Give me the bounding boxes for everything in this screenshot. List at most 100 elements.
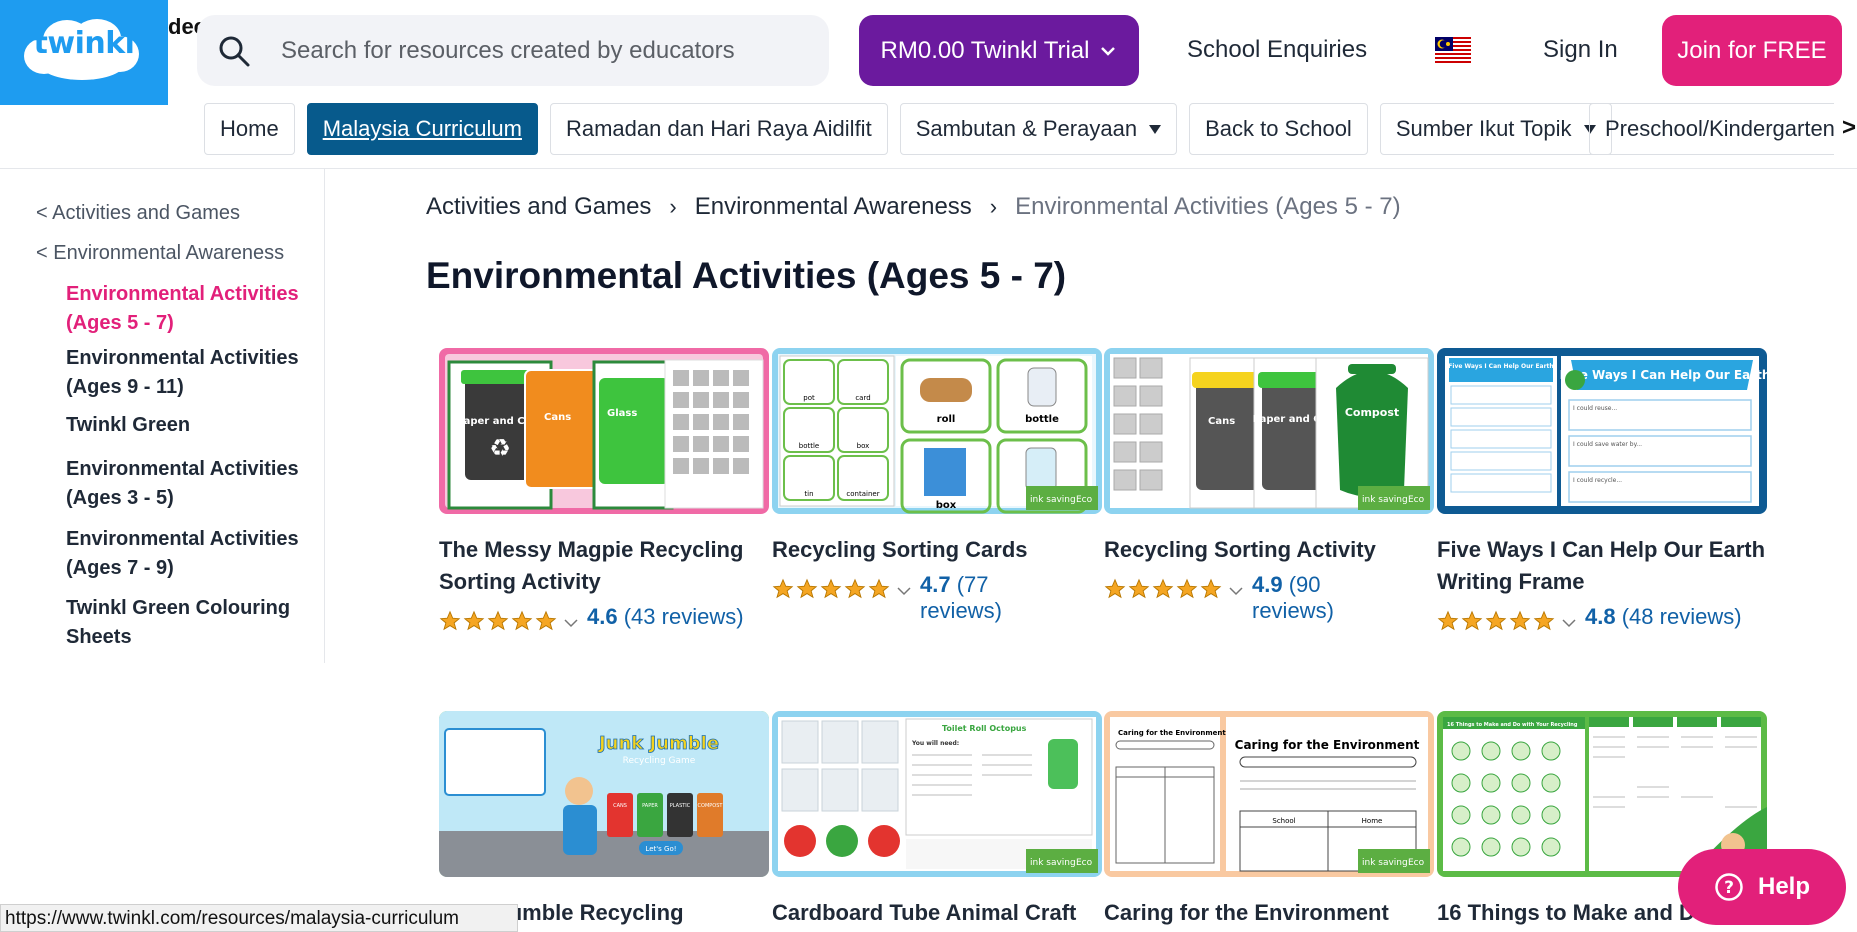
nav-home[interactable]: Home [204,103,295,155]
card-title[interactable]: Five Ways I Can Help Our Earth Writing F… [1437,534,1767,598]
nav-preschool[interactable]: Preschool/Kindergarten [1589,103,1834,155]
help-button[interactable]: ? Help [1678,849,1846,925]
rating-score: 4.9 [1252,572,1283,597]
rating-link[interactable]: 4.9 (90 reviews) [1252,572,1352,624]
nav-malaysia-curriculum[interactable]: Malaysia Curriculum [306,103,538,155]
chevron-down-icon[interactable] [1228,583,1244,599]
sidebar: < Activities and Games < Environmental A… [0,169,325,663]
junk-title: Junk Jumble [597,733,719,754]
resource-card[interactable]: Paper and Card ♻ Cans Glass The Messy Ma… [439,348,769,632]
rating-link[interactable]: 4.8 (48 reviews) [1585,604,1742,630]
sidebar-back-environmental[interactable]: < Environmental Awareness [36,242,284,265]
card-title[interactable]: Cardboard Tube Animal Craft [772,897,1102,929]
rating-link[interactable]: 4.6 (43 reviews) [587,604,744,630]
browser-status-bar: https://www.twinkl.com/resources/malaysi… [0,904,518,932]
star-rating [772,578,890,600]
sidebar-item-ages-5-7[interactable]: Environmental Activities (Ages 5 - 7) [66,280,306,338]
nav-ramadan[interactable]: Ramadan dan Hari Raya Aidilfit [549,103,888,155]
chevron-down-icon[interactable] [1561,615,1577,631]
resource-card[interactable]: Caring for the Environment Caring for th… [1104,711,1434,929]
resource-card[interactable]: Five Ways I Can Help Our Earth Five Ways… [1437,348,1767,632]
rating-score: 4.6 [587,604,618,629]
eco-label: Eco [1408,495,1425,505]
search-bar[interactable] [197,15,829,86]
card-title[interactable]: Recycling Sorting Cards [772,534,1102,566]
card-title[interactable]: Recycling Sorting Activity [1104,534,1434,566]
sidebar-item-twinkl-green[interactable]: Twinkl Green [66,411,306,440]
sorting-small-label: container [846,490,879,498]
star-icon [1104,578,1126,599]
ink-saving-label: ink saving [1030,495,1076,505]
card-title[interactable]: Caring for the Environment [1104,897,1434,929]
ink-saving-label: ink saving [1362,858,1408,868]
nav-sambutan-label: Sambutan & Perayaan [915,116,1138,141]
svg-text:?: ? [1724,878,1734,898]
card-thumbnail[interactable]: Cans Paper and Card Compost ink saving E… [1104,348,1434,514]
card-thumbnail[interactable]: Five Ways I Can Help Our Earth Five Ways… [1437,348,1767,514]
star-icon [439,610,461,631]
trial-button[interactable]: RM0.00 Twinkl Trial [859,15,1139,86]
sorting-box-label: box [936,500,957,511]
join-free-button[interactable]: Join for FREE [1662,15,1842,86]
card-thumbnail[interactable]: Caring for the Environment Caring for th… [1104,711,1434,877]
caring-thumbnail-image: Caring for the Environment Caring for th… [1110,717,1430,873]
card-thumbnail[interactable]: Toilet Roll Octopus You will need: ink s… [772,711,1102,877]
card-rating: 4.6 (43 reviews) [439,604,769,632]
star-icon [535,610,557,631]
caring-small-title: Caring for the Environment [1118,729,1226,737]
twinkl-logo[interactable]: twinkl [0,0,168,105]
star-icon [463,610,485,631]
eco-label: Eco [1076,495,1093,505]
nav-sumber-ikut-topik[interactable]: Sumber Ikut Topik [1379,103,1612,155]
star-icon [487,610,509,631]
star-icon [844,578,866,599]
activity-compost-label: Compost [1345,406,1399,419]
star-icon [1509,610,1531,631]
star-icon [1176,578,1198,599]
breadcrumb-environmental[interactable]: Environmental Awareness [695,193,972,221]
star-icon [1485,610,1507,631]
star-icon [1200,578,1222,599]
eco-label: Eco [1076,858,1093,868]
cardboard-tube-thumbnail-image: Toilet Roll Octopus You will need: ink s… [778,717,1098,873]
nav-more-arrow-icon[interactable]: > [1842,114,1856,142]
junk-subtitle: Recycling Game [623,756,696,766]
card-title[interactable]: The Messy Magpie Recycling Sorting Activ… [439,534,769,598]
caring-col-school: School [1272,817,1295,825]
search-icon[interactable] [217,34,251,68]
card-thumbnail[interactable]: Junk Jumble Recycling Game CANS PAPER PL… [439,711,769,877]
breadcrumb-activities[interactable]: Activities and Games [426,193,651,221]
school-enquiries-link[interactable]: School Enquiries [1187,36,1367,64]
rating-score: 4.8 [1585,604,1616,629]
resource-card[interactable]: Cans Paper and Card Compost ink saving E… [1104,348,1434,624]
card-thumbnail[interactable]: pot card bottle box tin container roll b… [772,348,1102,514]
junk-go-label: Let's Go! [645,845,676,853]
malaysia-flag-icon[interactable] [1435,37,1471,63]
five-ways-title: Five Ways I Can Help Our Earth [1560,368,1767,382]
rating-link[interactable]: 4.7 (77 reviews) [920,572,1020,624]
star-icon [1152,578,1174,599]
sidebar-item-colouring-sheets[interactable]: Twinkl Green Colouring Sheets [66,594,306,652]
five-ways-line: I could save water by... [1573,441,1642,448]
caret-down-icon [1149,124,1162,134]
magpie-bin3-label: Glass [607,408,637,419]
card-thumbnail[interactable]: Paper and Card ♻ Cans Glass [439,348,769,514]
five-ways-small-title: Five Ways I Can Help Our Earth [1448,363,1553,370]
resource-card[interactable]: Toilet Roll Octopus You will need: ink s… [772,711,1102,929]
chevron-down-icon[interactable] [563,615,579,631]
nav-back-to-school[interactable]: Back to School [1189,103,1368,155]
sidebar-item-ages-3-5[interactable]: Environmental Activities (Ages 3 - 5) [66,455,306,513]
chevron-down-icon[interactable] [896,583,912,599]
sorting-small-label: pot [803,394,815,402]
star-icon [772,578,794,599]
sidebar-back-activities[interactable]: < Activities and Games [36,202,240,225]
nav-sambutan[interactable]: Sambutan & Perayaan [899,103,1178,155]
resource-card[interactable]: Junk Jumble Recycling Game CANS PAPER PL… [439,711,769,929]
sidebar-item-ages-7-9[interactable]: Environmental Activities (Ages 7 - 9) [66,525,306,583]
sidebar-item-ages-9-11[interactable]: Environmental Activities (Ages 9 - 11) [66,344,306,402]
sign-in-link[interactable]: Sign In [1543,36,1618,64]
octopus-need: You will need: [911,740,959,747]
star-icon [868,578,890,599]
search-input[interactable] [281,36,801,65]
resource-card[interactable]: pot card bottle box tin container roll b… [772,348,1102,624]
